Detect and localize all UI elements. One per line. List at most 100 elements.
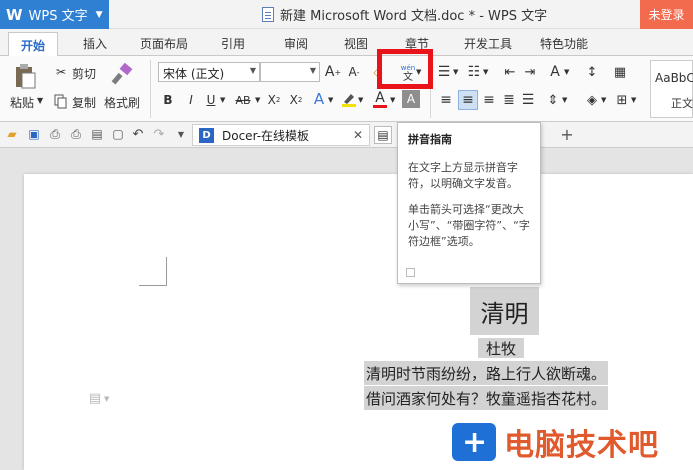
underline-icon[interactable]: U [203, 92, 219, 108]
chevron-down-icon[interactable]: ▼ [255, 96, 260, 104]
tab-view[interactable]: 视图 [344, 35, 368, 52]
style-preview: AaBbC [655, 71, 693, 85]
chevron-down-icon[interactable]: ▼ [358, 96, 363, 104]
poem-line-2: 借问酒家何处有？牧童遥指杏花村。 [364, 386, 609, 410]
ribbon-divider [150, 60, 151, 118]
preview-icon[interactable]: ▢ [111, 127, 125, 141]
chevron-down-icon[interactable]: ▼ [220, 96, 225, 104]
bullet-list-icon[interactable]: ☰ [436, 64, 452, 80]
tab-review[interactable]: 审阅 [284, 35, 308, 52]
chevron-down-icon[interactable]: ▼ [631, 96, 636, 104]
tab-special-features[interactable]: 特色功能 [540, 35, 588, 52]
ribbon-tabs: 开始 插入 页面布局 引用 审阅 视图 章节 开发工具 特色功能 [0, 29, 693, 57]
paragraph-layout-icon[interactable]: ▤ [88, 390, 102, 406]
change-case-icon[interactable]: A [546, 63, 564, 81]
chevron-down-icon[interactable]: ▼ [601, 96, 606, 104]
chevron-down-icon: ▼ [249, 66, 256, 75]
align-left-icon[interactable]: ≡ [438, 92, 454, 108]
decrease-indent-icon[interactable]: ⇤ [502, 64, 518, 80]
copy-icon[interactable] [53, 93, 69, 109]
border-icon[interactable]: ⊞ [614, 92, 630, 108]
chevron-down-icon[interactable]: ▼ [176, 128, 186, 140]
window-title: 新建 Microsoft Word 文档.doc * - WPS 文字 [262, 5, 547, 24]
chevron-down-icon: ▼ [95, 9, 103, 20]
title-bar: W WPS 文字 ▼ 新建 Microsoft Word 文档.doc * - … [0, 0, 693, 29]
close-icon[interactable]: ✕ [353, 128, 363, 142]
format-painter-icon[interactable] [110, 62, 136, 88]
font-name-select[interactable]: 宋体 (正文) ▼ [158, 62, 260, 82]
justify-icon[interactable]: ≣ [501, 92, 517, 108]
chevron-down-icon[interactable]: ▼ [328, 96, 333, 104]
distributed-align-icon[interactable]: ☰ [520, 92, 536, 108]
style-gallery[interactable]: AaBbC 正文 [650, 60, 693, 118]
chevron-down-icon[interactable]: ▼ [483, 68, 488, 76]
quick-access-bar: ▰ ▣ ⎙ ⎙ ▤ ▢ ↶ ↷ ▼ D Docer-在线模板 ✕ ▤ + [0, 122, 693, 148]
table-grid-icon[interactable]: ▦ [612, 64, 628, 80]
tooltip-hint: 单击箭头可选择“更改大小写”、“带圈字符”、“字符边框”选项。 [408, 203, 530, 248]
pinyin-guide-tooltip: 拼音指南 在文字上方显示拼音字符，以明确文字发音。 单击箭头可选择“更改大小写”… [397, 122, 541, 284]
tab-page-layout[interactable]: 页面布局 [140, 35, 188, 52]
numbered-list-icon[interactable]: ☷ [466, 64, 482, 80]
docer-logo-icon: D [199, 127, 214, 143]
tab-home[interactable]: 开始 [8, 32, 59, 57]
font-size-select[interactable]: ▼ [260, 62, 320, 82]
window-title-text: 新建 Microsoft Word 文档.doc * - WPS 文字 [280, 9, 548, 24]
format-painter-button[interactable]: 格式刷 [104, 94, 140, 111]
text-effect-icon[interactable]: A [311, 90, 327, 108]
highlight-icon[interactable] [340, 90, 358, 108]
login-button[interactable]: 未登录 [640, 0, 693, 29]
copy-button[interactable]: 复制 [72, 94, 96, 111]
print-preview-icon[interactable]: ⎙ [48, 127, 62, 141]
shrink-font-icon[interactable]: A- [345, 63, 363, 81]
open-folder-icon[interactable]: ▰ [5, 127, 19, 141]
poem-author: 杜牧 [478, 338, 524, 358]
italic-icon[interactable]: I [183, 92, 199, 108]
ribbon-home: 粘贴 ▼ ✂ 剪切 复制 格式刷 宋体 (正文) ▼ ▼ A + A- ◇ wén… [0, 56, 693, 122]
chevron-down-icon[interactable]: ▼ [562, 96, 567, 104]
chevron-down-icon[interactable]: ▼ [390, 96, 395, 104]
margin-corner-mark [139, 257, 167, 286]
character-shading-icon[interactable]: A [402, 90, 420, 108]
sort-icon[interactable]: ↕ [584, 64, 600, 80]
document-tab-icon[interactable]: ▤ [374, 126, 392, 144]
print-icon[interactable]: ⎙ [69, 127, 83, 141]
chevron-down-icon[interactable]: ▼ [453, 68, 458, 76]
tab-insert[interactable]: 插入 [83, 35, 107, 52]
tab-references[interactable]: 引用 [221, 35, 245, 52]
app-brand: WPS 文字 [28, 9, 88, 24]
align-center-icon[interactable]: ≡ [458, 90, 478, 110]
font-color-icon[interactable]: A [372, 89, 388, 109]
paint-bucket-icon[interactable]: ◈ [584, 92, 600, 108]
watermark-text: 电脑技术吧 [504, 428, 659, 463]
cut-button[interactable]: 剪切 [72, 65, 96, 82]
scissors-icon[interactable]: ✂ [53, 64, 69, 80]
chevron-down-icon[interactable]: ▼ [104, 395, 109, 403]
line-spacing-icon[interactable]: ⇕ [545, 92, 561, 108]
document-icon [262, 7, 274, 22]
wps-logo-icon: W [6, 5, 23, 24]
align-right-icon[interactable]: ≡ [481, 92, 497, 108]
annotation-highlight-box [377, 49, 433, 89]
redo-icon[interactable]: ↷ [152, 127, 166, 142]
tooltip-title: 拼音指南 [408, 133, 452, 146]
save-icon[interactable]: ▣ [27, 127, 41, 141]
new-tab-plus-icon[interactable]: + [558, 125, 576, 144]
export-pdf-icon[interactable]: ▤ [90, 127, 104, 141]
increase-indent-icon[interactable]: ⇥ [522, 64, 538, 80]
tab-docer-templates[interactable]: D Docer-在线模板 ✕ [192, 124, 370, 146]
grow-font-icon[interactable]: A + [324, 63, 342, 81]
chevron-down-icon[interactable]: ▼ [564, 68, 569, 76]
help-icon [406, 268, 415, 277]
subscript-icon[interactable]: X2 [286, 92, 306, 108]
wps-menu-button[interactable]: W WPS 文字 ▼ [0, 0, 109, 29]
strikethrough-icon[interactable]: AB [232, 92, 254, 108]
bold-icon[interactable]: B [160, 92, 176, 108]
paste-icon[interactable] [12, 62, 38, 90]
superscript-icon[interactable]: X2 [264, 92, 284, 108]
undo-icon[interactable]: ↶ [131, 127, 145, 142]
docer-tab-label: Docer-在线模板 [222, 128, 310, 143]
chevron-down-icon[interactable]: ▼ [37, 96, 43, 105]
tab-developer[interactable]: 开发工具 [464, 35, 512, 52]
tooltip-description: 在文字上方显示拼音字符，以明确文字发音。 [408, 161, 518, 190]
paste-button[interactable]: 粘贴 [10, 94, 34, 111]
